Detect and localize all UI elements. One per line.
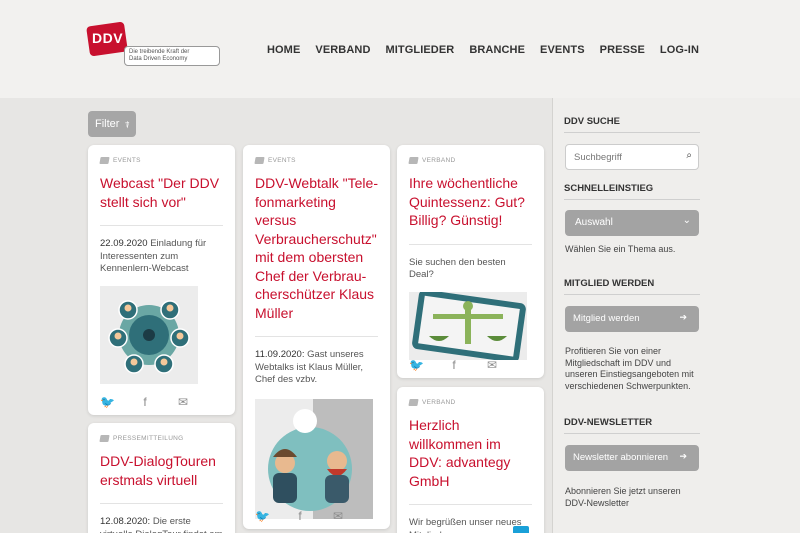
member-heading: MITGLIED WERDEN — [564, 278, 655, 289]
quick-heading: SCHNELLEINSTIEG — [564, 183, 654, 194]
select-value: Auswahl — [575, 217, 613, 228]
divider — [564, 132, 700, 133]
newsletter-button-label: Newsletter abonnieren — [573, 452, 669, 463]
card-excerpt: 11.09.2020: Gast unseres Webtalks ist Kl… — [255, 349, 364, 385]
divider — [100, 503, 223, 504]
tag-icon — [408, 399, 419, 406]
member-button[interactable]: Mitglied werden ➔ — [565, 306, 699, 332]
card-image-network — [100, 285, 198, 384]
nav-home[interactable]: HOME — [267, 44, 300, 56]
nav-events[interactable]: EVENTS — [540, 44, 585, 56]
newsletter-text: Abonnieren Sie jetzt unseren DDV-Newslet… — [565, 486, 681, 508]
search-icon[interactable]: ⌕ — [686, 150, 692, 161]
divider — [409, 504, 532, 505]
divider — [564, 433, 700, 434]
card-excerpt: 12.08.2020: Die erste virtuelle DialogTo… — [100, 516, 223, 533]
tag-icon — [408, 157, 419, 164]
topic-select[interactable]: Auswahl ⌄ — [565, 210, 699, 236]
divider — [409, 243, 532, 245]
filter-icon: ⍒ — [124, 120, 130, 130]
arrow-right-icon: ➔ — [679, 451, 687, 461]
card-title[interactable]: DDV-DialogTouren erstmals virtuell — [100, 452, 223, 489]
member-button-label: Mitglied werden — [573, 313, 640, 324]
card-category: VERBAND — [408, 157, 532, 164]
card-image-discussion — [255, 398, 373, 519]
logo-text: DDV — [92, 30, 124, 46]
tag-icon — [99, 435, 110, 442]
chevron-down-icon: ⌄ — [682, 215, 691, 226]
newsletter-button[interactable]: Newsletter abonnieren ➔ — [565, 445, 699, 471]
nav-login[interactable]: LOG-IN — [660, 44, 699, 56]
twitter-icon[interactable]: 🐦 — [255, 509, 270, 523]
card-image-scale — [409, 291, 527, 360]
card-excerpt: 22.09.2020 Einladung für Interessenten z… — [100, 238, 207, 274]
share-bar: 🐦 f ✉ — [100, 395, 190, 409]
mail-icon[interactable]: ✉ — [485, 358, 499, 372]
newsletter-heading: DDV-NEWSLETTER — [564, 417, 653, 428]
search-placeholder: Suchbegriff — [574, 152, 622, 163]
facebook-icon[interactable]: f — [138, 395, 152, 409]
card-title[interactable]: Webcast "Der DDV stellt sich vor" — [100, 174, 223, 211]
news-card-webtalk[interactable]: EVENTS DDV-Webtalk "Tele­fonmarketing ve… — [243, 145, 390, 529]
card-category: PRESSEMITTEILUNG — [99, 435, 223, 442]
card-title[interactable]: Ihre wöchentliche Quintessenz: Gut? Bill… — [409, 174, 532, 230]
arrow-right-icon: ➔ — [679, 312, 687, 322]
filter-label: Filter — [95, 118, 120, 130]
member-text: Profitieren Sie von einer Mitgliedschaft… — [565, 346, 694, 391]
divider — [564, 294, 700, 295]
news-card-dialogtouren[interactable]: PRESSEMITTEILUNG DDV-DialogTouren erstma… — [88, 423, 235, 533]
select-hint: Wählen Sie ein Thema aus. — [565, 244, 676, 254]
partner-logo-icon — [513, 526, 529, 533]
card-title[interactable]: DDV-Webtalk "Tele­fonmarketing versus Ve… — [255, 174, 378, 322]
divider — [100, 225, 223, 226]
tagline-line-2: Data Driven Economy — [129, 56, 188, 62]
card-title[interactable]: Herzlich willkommen im DDV: advantegy Gm… — [409, 416, 532, 490]
nav-mitglieder[interactable]: MITGLIEDER — [385, 44, 454, 56]
mail-icon[interactable]: ✉ — [176, 395, 190, 409]
tag-icon — [99, 157, 110, 164]
card-category: EVENTS — [99, 157, 223, 164]
sidebar: DDV SUCHE Suchbegriff ⌕ SCHNELLEINSTIEG … — [552, 98, 800, 533]
share-bar: 🐦 f ✉ — [255, 509, 345, 523]
nav-verband[interactable]: VERBAND — [315, 44, 370, 56]
news-card-webcast[interactable]: EVENTS Webcast "Der DDV stellt sich vor"… — [88, 145, 235, 415]
site-header: DDV Die treibende Kraft der Data Driven … — [0, 0, 800, 98]
twitter-icon[interactable]: 🐦 — [100, 395, 115, 409]
nav-presse[interactable]: PRESSE — [600, 44, 645, 56]
news-card-quintessenz[interactable]: VERBAND Ihre wöchentliche Quintessenz: G… — [397, 145, 544, 378]
card-category: EVENTS — [254, 157, 378, 164]
facebook-icon[interactable]: f — [293, 509, 307, 523]
filter-button[interactable]: Filter ⍒ — [88, 111, 136, 137]
divider — [564, 199, 700, 200]
nav-branche[interactable]: BRANCHE — [469, 44, 525, 56]
mail-icon[interactable]: ✉ — [331, 509, 345, 523]
search-heading: DDV SUCHE — [564, 116, 620, 127]
facebook-icon[interactable]: f — [447, 358, 461, 372]
logo-tagline: Die treibende Kraft der Data Driven Econ… — [124, 46, 220, 66]
card-category: VERBAND — [408, 399, 532, 406]
share-bar: 🐦 f ✉ — [409, 358, 499, 372]
tag-icon — [254, 157, 265, 164]
news-card-advantegy[interactable]: VERBAND Herzlich willkommen im DDV: adva… — [397, 387, 544, 533]
twitter-icon[interactable]: 🐦 — [409, 358, 424, 372]
card-excerpt: Sie suchen den besten Deal? — [409, 256, 506, 281]
main-nav: HOME VERBAND MITGLIEDER BRANCHE EVENTS P… — [267, 44, 699, 56]
tagline-line-1: Die treibende Kraft der — [129, 49, 190, 55]
divider — [255, 336, 378, 337]
search-input[interactable]: Suchbegriff ⌕ — [565, 144, 699, 170]
